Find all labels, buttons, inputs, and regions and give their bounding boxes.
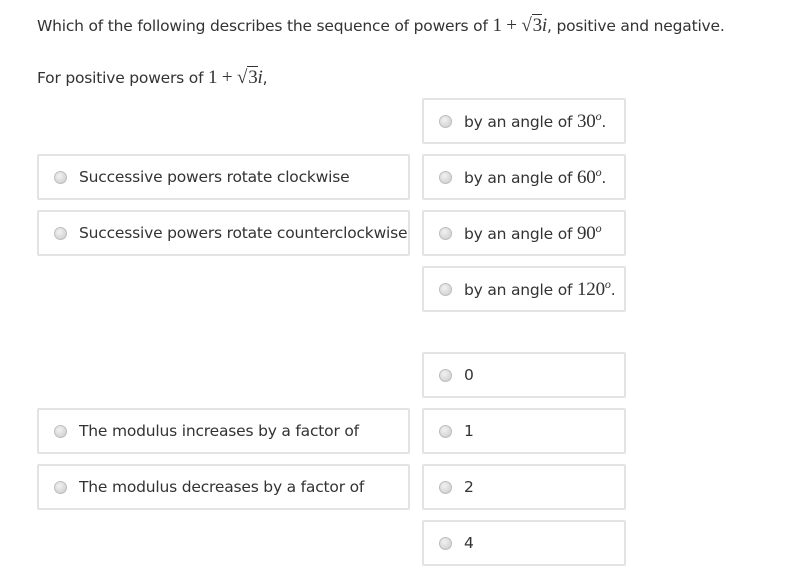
subprompt-suffix: , bbox=[262, 69, 268, 87]
sqrt-argument: 3 bbox=[247, 66, 258, 88]
option-angle-90[interactable]: by an angle of 90o bbox=[422, 210, 626, 256]
angle-suffix: . bbox=[601, 169, 607, 187]
angle-number: 30 bbox=[577, 111, 596, 132]
option-label: by an angle of 120o. bbox=[464, 277, 616, 301]
subprompt-text: For positive powers of 1 + √3i, bbox=[37, 66, 268, 89]
radio-button-icon[interactable] bbox=[439, 536, 452, 550]
option-factor-4[interactable]: 4 bbox=[422, 520, 626, 566]
option-label: The modulus increases by a factor of bbox=[79, 422, 359, 440]
radio-button-icon[interactable] bbox=[439, 114, 452, 128]
option-factor-1[interactable]: 1 bbox=[422, 408, 626, 454]
option-label: by an angle of 30o. bbox=[464, 109, 606, 133]
angle-value: 30o bbox=[577, 109, 602, 132]
radio-button-icon[interactable] bbox=[439, 282, 452, 296]
radio-button-icon[interactable] bbox=[439, 368, 452, 382]
sqrt-argument: 3 bbox=[531, 14, 542, 36]
option-label: by an angle of 60o. bbox=[464, 165, 606, 189]
radio-button-icon[interactable] bbox=[54, 170, 67, 184]
option-label: 0 bbox=[464, 366, 474, 384]
option-label: 1 bbox=[464, 422, 474, 440]
option-label: 2 bbox=[464, 478, 474, 496]
angle-prefix: by an angle of bbox=[464, 225, 577, 243]
angle-number: 60 bbox=[577, 167, 596, 188]
option-label: Successive powers rotate clockwise bbox=[79, 168, 350, 186]
option-label: The modulus decreases by a factor of bbox=[79, 478, 365, 496]
question-suffix: , positive and negative. bbox=[547, 17, 725, 35]
radio-button-icon[interactable] bbox=[439, 424, 452, 438]
angle-value: 90o bbox=[577, 221, 602, 244]
option-factor-0[interactable]: 0 bbox=[422, 352, 626, 398]
radio-button-icon[interactable] bbox=[54, 480, 67, 494]
degree-symbol: o bbox=[595, 221, 602, 235]
angle-value: 60o bbox=[577, 165, 602, 188]
sqrt-symbol: √3 bbox=[236, 66, 258, 88]
radio-button-icon[interactable] bbox=[439, 226, 452, 240]
option-angle-30[interactable]: by an angle of 30o. bbox=[422, 98, 626, 144]
radio-button-icon[interactable] bbox=[54, 226, 67, 240]
option-rotate-clockwise[interactable]: Successive powers rotate clockwise bbox=[37, 154, 410, 200]
question-expression: 1 + √3i bbox=[492, 14, 547, 36]
expr-one-plus: 1 + bbox=[208, 67, 237, 88]
option-angle-60[interactable]: by an angle of 60o. bbox=[422, 154, 626, 200]
option-label: by an angle of 90o bbox=[464, 221, 602, 245]
option-rotate-counterclockwise[interactable]: Successive powers rotate counterclockwis… bbox=[37, 210, 410, 256]
radio-button-icon[interactable] bbox=[54, 424, 67, 438]
option-label: Successive powers rotate counterclockwis… bbox=[79, 224, 408, 242]
angle-suffix: . bbox=[610, 281, 616, 299]
question-prefix: Which of the following describes the seq… bbox=[37, 17, 493, 35]
subprompt-prefix: For positive powers of bbox=[37, 69, 209, 87]
option-angle-120[interactable]: by an angle of 120o. bbox=[422, 266, 626, 312]
radio-button-icon[interactable] bbox=[439, 480, 452, 494]
option-factor-2[interactable]: 2 bbox=[422, 464, 626, 510]
angle-number: 120 bbox=[577, 279, 605, 300]
question-text: Which of the following describes the seq… bbox=[37, 14, 725, 37]
option-label: 4 bbox=[464, 534, 474, 552]
angle-prefix: by an angle of bbox=[464, 169, 577, 187]
sqrt-symbol: √3 bbox=[521, 14, 542, 36]
angle-value: 120o bbox=[577, 277, 611, 300]
option-modulus-increases[interactable]: The modulus increases by a factor of bbox=[37, 408, 410, 454]
radio-button-icon[interactable] bbox=[439, 170, 452, 184]
angle-number: 90 bbox=[577, 223, 596, 244]
angle-prefix: by an angle of bbox=[464, 281, 577, 299]
angle-prefix: by an angle of bbox=[464, 113, 577, 131]
expr-one-plus: 1 + bbox=[492, 15, 522, 36]
subprompt-expression: 1 + √3i bbox=[208, 66, 263, 88]
angle-suffix: . bbox=[601, 113, 607, 131]
option-modulus-decreases[interactable]: The modulus decreases by a factor of bbox=[37, 464, 410, 510]
